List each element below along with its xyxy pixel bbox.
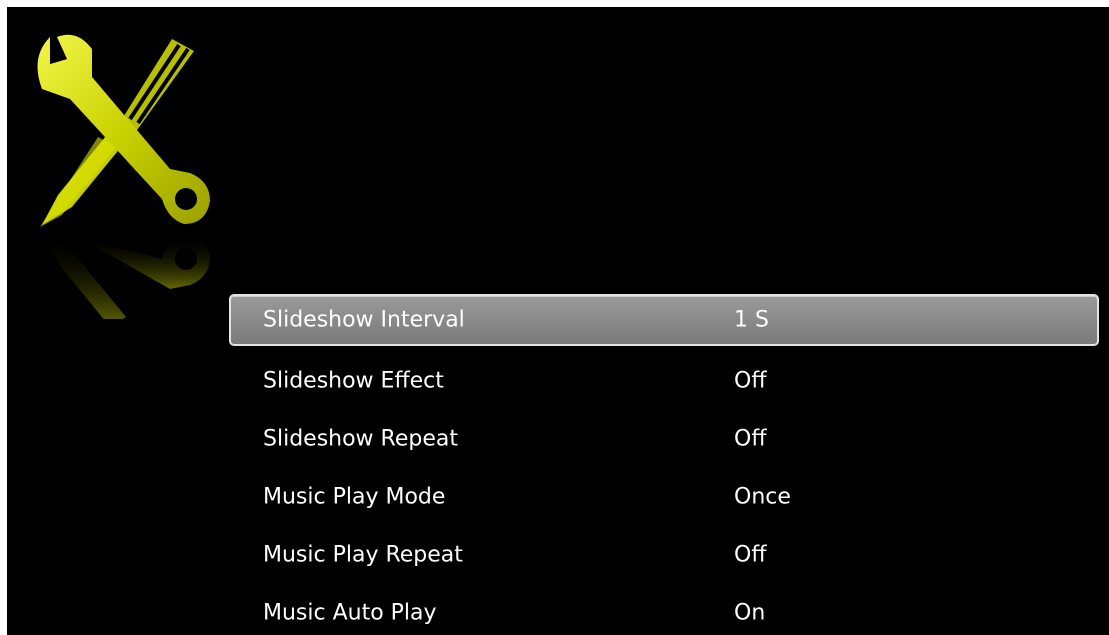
- wrench-screwdriver-icon: [37, 34, 210, 319]
- menu-row-value: Off: [734, 368, 767, 394]
- menu-row-slideshow-effect[interactable]: Slideshow Effect Off: [229, 352, 1099, 410]
- menu-row-label: Slideshow Repeat: [263, 426, 458, 452]
- menu-row-music-play-mode[interactable]: Music Play Mode Once: [229, 468, 1099, 526]
- menu-row-slideshow-interval[interactable]: Slideshow Interval 1 S: [229, 294, 1099, 346]
- menu-row-music-auto-play[interactable]: Music Auto Play On: [229, 584, 1099, 635]
- menu-row-value: On: [734, 600, 766, 626]
- menu-row-label: Music Auto Play: [263, 600, 437, 626]
- menu-row-value: Off: [734, 426, 767, 452]
- settings-screen: Slideshow Interval 1 S Slideshow Effect …: [7, 7, 1109, 635]
- menu-row-value: 1 S: [734, 307, 769, 333]
- menu-row-label: Music Play Repeat: [263, 542, 463, 568]
- menu-row-value: Once: [734, 484, 791, 510]
- menu-row-music-play-repeat[interactable]: Music Play Repeat Off: [229, 526, 1099, 584]
- menu-row-label: Slideshow Interval: [263, 307, 465, 333]
- menu-row-slideshow-repeat[interactable]: Slideshow Repeat Off: [229, 410, 1099, 468]
- menu-row-value: Off: [734, 542, 767, 568]
- menu-row-label: Music Play Mode: [263, 484, 446, 510]
- menu-row-label: Slideshow Effect: [263, 368, 444, 394]
- settings-menu: Slideshow Interval 1 S Slideshow Effect …: [229, 294, 1099, 635]
